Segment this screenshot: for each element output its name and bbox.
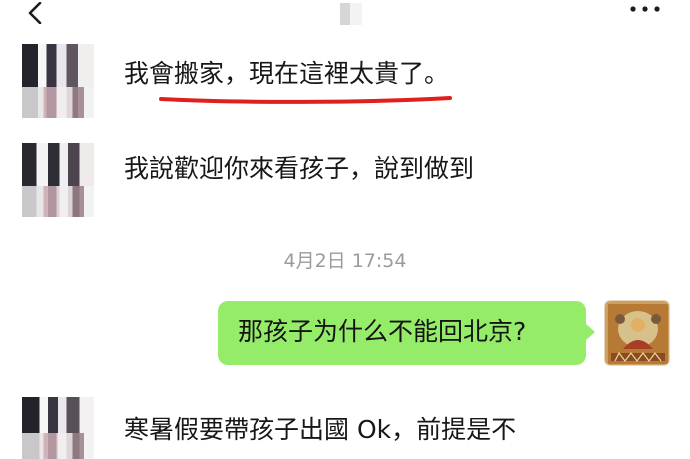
message-text: 我會搬家，現在這裡太貴了。: [124, 59, 450, 88]
message-timestamp: 4月2日 17:54: [283, 250, 407, 272]
contact-avatar-pixelated[interactable]: [22, 44, 94, 118]
contact-avatar-pixelated[interactable]: [22, 397, 94, 459]
message-text: 寒暑假要帶孩子出國 Ok，前提是不: [124, 415, 517, 444]
blurred-contact-name: [340, 3, 362, 25]
red-underline-annotation: [159, 96, 452, 104]
outgoing-message-bubble[interactable]: 那孩子为什么不能回北京?: [218, 301, 595, 365]
contact-avatar-pixelated[interactable]: [22, 143, 94, 217]
more-dots-icon[interactable]: [628, 2, 662, 16]
message-text: 那孩子为什么不能回北京?: [238, 317, 527, 346]
self-avatar-icon[interactable]: [604, 300, 670, 366]
message-text: 我說歡迎你來看孩子，說到做到: [124, 154, 475, 183]
back-chevron-icon[interactable]: [24, 2, 48, 24]
